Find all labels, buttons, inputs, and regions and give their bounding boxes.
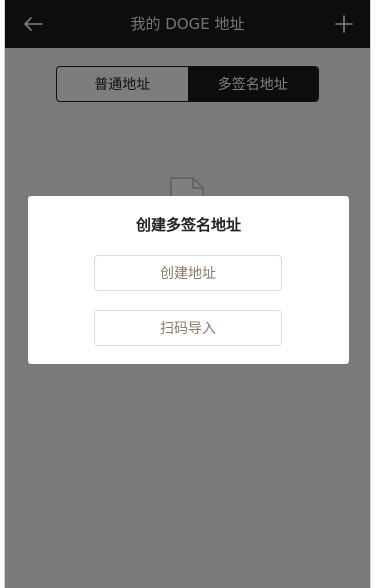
dialog-title: 创建多签名地址 [135, 216, 241, 234]
create-multisig-dialog: 创建多签名地址 创建地址 扫码导入 [28, 196, 349, 364]
create-address-button[interactable]: 创建地址 [94, 255, 282, 291]
app-screen: 我的 DOGE 地址 普通地址 多签名地址 创建多签名地址 创建地址 扫码导入 [4, 0, 371, 588]
scan-import-button[interactable]: 扫码导入 [94, 310, 282, 346]
